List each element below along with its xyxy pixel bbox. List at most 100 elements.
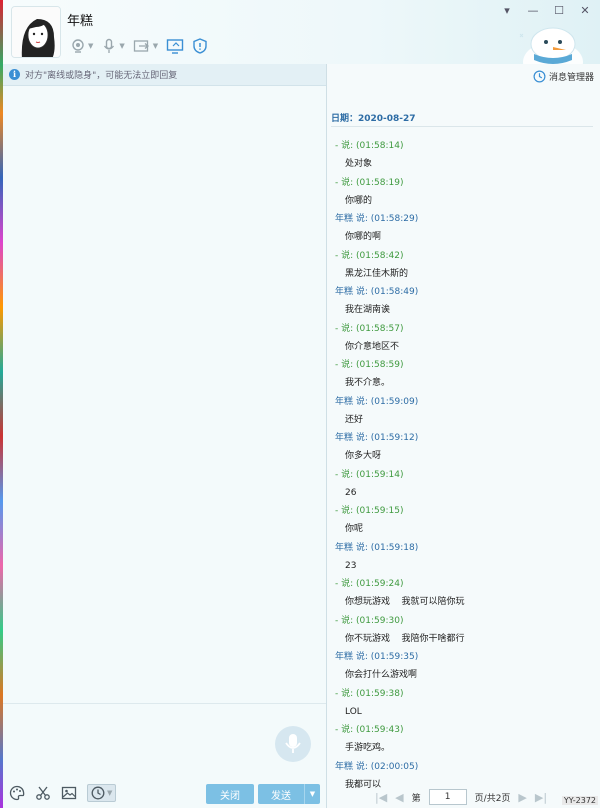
last-page-button[interactable]: ▶| <box>535 791 547 804</box>
message-sender: - 说: <box>335 688 354 699</box>
history-toggle-button[interactable]: ▼ <box>87 784 117 802</box>
message-text: 你介意地区不 <box>345 341 400 352</box>
message-sender: 年糕 说: <box>335 287 368 297</box>
date-divider <box>331 126 593 127</box>
message-sender: - 说: <box>335 725 354 735</box>
watermark: YY-2372 <box>561 796 598 805</box>
message-time: (01:59:14) <box>356 469 404 480</box>
message-sender: - 说: <box>335 615 354 626</box>
window-controls: ▾ — ☐ ✕ <box>500 4 592 18</box>
webcam-icon <box>72 39 84 53</box>
minimize-button[interactable]: — <box>526 4 540 18</box>
send-button[interactable]: 发送 <box>258 784 304 804</box>
remote-assist-button[interactable] <box>163 36 187 56</box>
message-time: (01:59:18) <box>370 542 419 553</box>
compose-divider <box>3 703 326 704</box>
message-time: (01:58:19) <box>356 177 404 188</box>
page-number-input[interactable]: 1 <box>428 789 467 805</box>
message-header: 年糕 说: (01:58:49) <box>335 286 595 298</box>
video-call-button[interactable]: ▼ <box>67 36 96 56</box>
info-icon: i <box>9 69 20 80</box>
message-item: 年糕 说: (01:59:12) 你多大呀 <box>335 432 595 469</box>
message-time: (01:58:57) <box>356 323 404 334</box>
message-time: (01:58:29) <box>370 214 419 224</box>
message-time: (01:59:35) <box>370 652 419 662</box>
contact-avatar[interactable] <box>11 6 61 58</box>
message-sender: - 说: <box>335 323 354 334</box>
message-time: (01:58:14) <box>356 141 404 151</box>
message-sender: - 说: <box>335 177 354 188</box>
message-header: - 说: (01:58:57) <box>335 323 595 335</box>
message-item: - 说: (01:58:42) 黑龙江佳木斯的 <box>335 250 595 287</box>
message-item: - 说: (01:59:14) 26 <box>335 469 595 506</box>
first-page-button[interactable]: |◀ <box>375 791 387 804</box>
page-total-label: 页/共2页 <box>474 793 511 804</box>
window-menu-button[interactable]: ▾ <box>500 4 514 18</box>
clock-icon <box>533 70 546 83</box>
voice-message-button[interactable] <box>275 726 311 762</box>
message-sender: - 说: <box>335 250 354 261</box>
message-sender: - 说: <box>335 141 354 151</box>
message-time: (01:58:59) <box>356 360 404 370</box>
send-file-button[interactable]: ▼ <box>130 36 161 56</box>
send-options-dropdown[interactable]: ▼ <box>304 784 320 804</box>
voice-call-button[interactable]: ▼ <box>98 36 127 56</box>
message-text: 我在湖南诶 <box>345 305 391 315</box>
message-manager-button[interactable]: 消息管理器 <box>533 70 594 83</box>
emoji-button[interactable] <box>9 785 25 801</box>
palette-icon <box>9 785 25 801</box>
chevron-down-icon: ▼ <box>88 42 94 50</box>
message-header: - 说: (01:58:14) <box>335 140 595 152</box>
microphone-icon <box>285 734 301 753</box>
message-text: 黑龙江佳木斯的 <box>345 268 409 279</box>
message-text: 你想玩游戏 我就可以陪你玩 <box>345 597 465 607</box>
message-time: (01:59:38) <box>356 688 404 699</box>
message-sender: - 说: <box>335 579 354 589</box>
message-sender: 年糕 说: <box>335 761 368 772</box>
prev-page-button[interactable]: ◀ <box>395 791 403 804</box>
message-compose-area[interactable] <box>3 86 326 778</box>
message-header: - 说: (01:59:24) <box>335 578 595 590</box>
message-text: 处对象 <box>345 159 373 169</box>
message-history-panel: 消息管理器 日期：2020-08-27 - 说: (01:58:14) 处对象 - … <box>327 64 600 808</box>
message-text: 我不介意。 <box>345 378 391 388</box>
message-item: - 说: (01:59:30) 你不玩游戏 我陪你干啥都行 <box>335 615 595 652</box>
message-text: 你不玩游戏 我陪你干啥都行 <box>345 633 465 644</box>
message-text: 你哪的 <box>345 195 373 206</box>
message-time: (01:58:42) <box>356 250 404 261</box>
microphone-icon <box>104 38 115 53</box>
offline-notice-text: 对方"离线或隐身"，可能无法立即回复 <box>25 71 178 81</box>
message-time: (01:59:30) <box>356 615 404 626</box>
security-button[interactable] <box>189 36 211 56</box>
message-text: 还好 <box>345 414 364 425</box>
next-page-button[interactable]: ▶ <box>518 791 526 804</box>
message-item: 年糕 说: (01:59:35) 你会打什么游戏啊 <box>335 651 595 688</box>
message-header: - 说: (01:59:30) <box>335 615 595 627</box>
message-header: 年糕 说: (01:59:18) <box>335 542 595 554</box>
message-header: - 说: (01:59:15) <box>335 505 595 517</box>
message-sender: - 说: <box>335 506 354 516</box>
message-sender: 年糕 说: <box>335 433 368 443</box>
message-item: - 说: (01:58:19) 你哪的 <box>335 177 595 214</box>
clock-icon <box>91 786 105 800</box>
message-item: 年糕 说: (01:59:09) 还好 <box>335 396 595 433</box>
header-toolbar: ▼ ▼ ▼ <box>67 36 211 56</box>
image-button[interactable] <box>61 785 77 801</box>
message-time: (01:59:24) <box>356 579 404 589</box>
message-time: (02:00:05) <box>370 761 419 772</box>
message-header: - 说: (01:58:59) <box>335 359 595 371</box>
scissors-icon <box>36 786 50 800</box>
close-window-button[interactable]: ✕ <box>578 4 592 18</box>
message-header: - 说: (01:59:14) <box>335 469 595 481</box>
chevron-down-icon: ▼ <box>107 789 113 797</box>
message-time: (01:59:43) <box>356 725 404 735</box>
screenshot-button[interactable] <box>35 785 51 801</box>
message-item: - 说: (01:58:59) 我不介意。 <box>335 359 595 396</box>
message-time: (01:58:49) <box>370 287 419 297</box>
message-header: - 说: (01:58:19) <box>335 177 595 189</box>
close-button[interactable]: 关闭 <box>206 784 254 804</box>
message-sender: - 说: <box>335 469 354 480</box>
message-item: - 说: (01:59:43) 手游吃鸡。 <box>335 724 595 761</box>
maximize-button[interactable]: ☐ <box>552 4 566 18</box>
message-header: 年糕 说: (02:00:05) <box>335 761 595 773</box>
